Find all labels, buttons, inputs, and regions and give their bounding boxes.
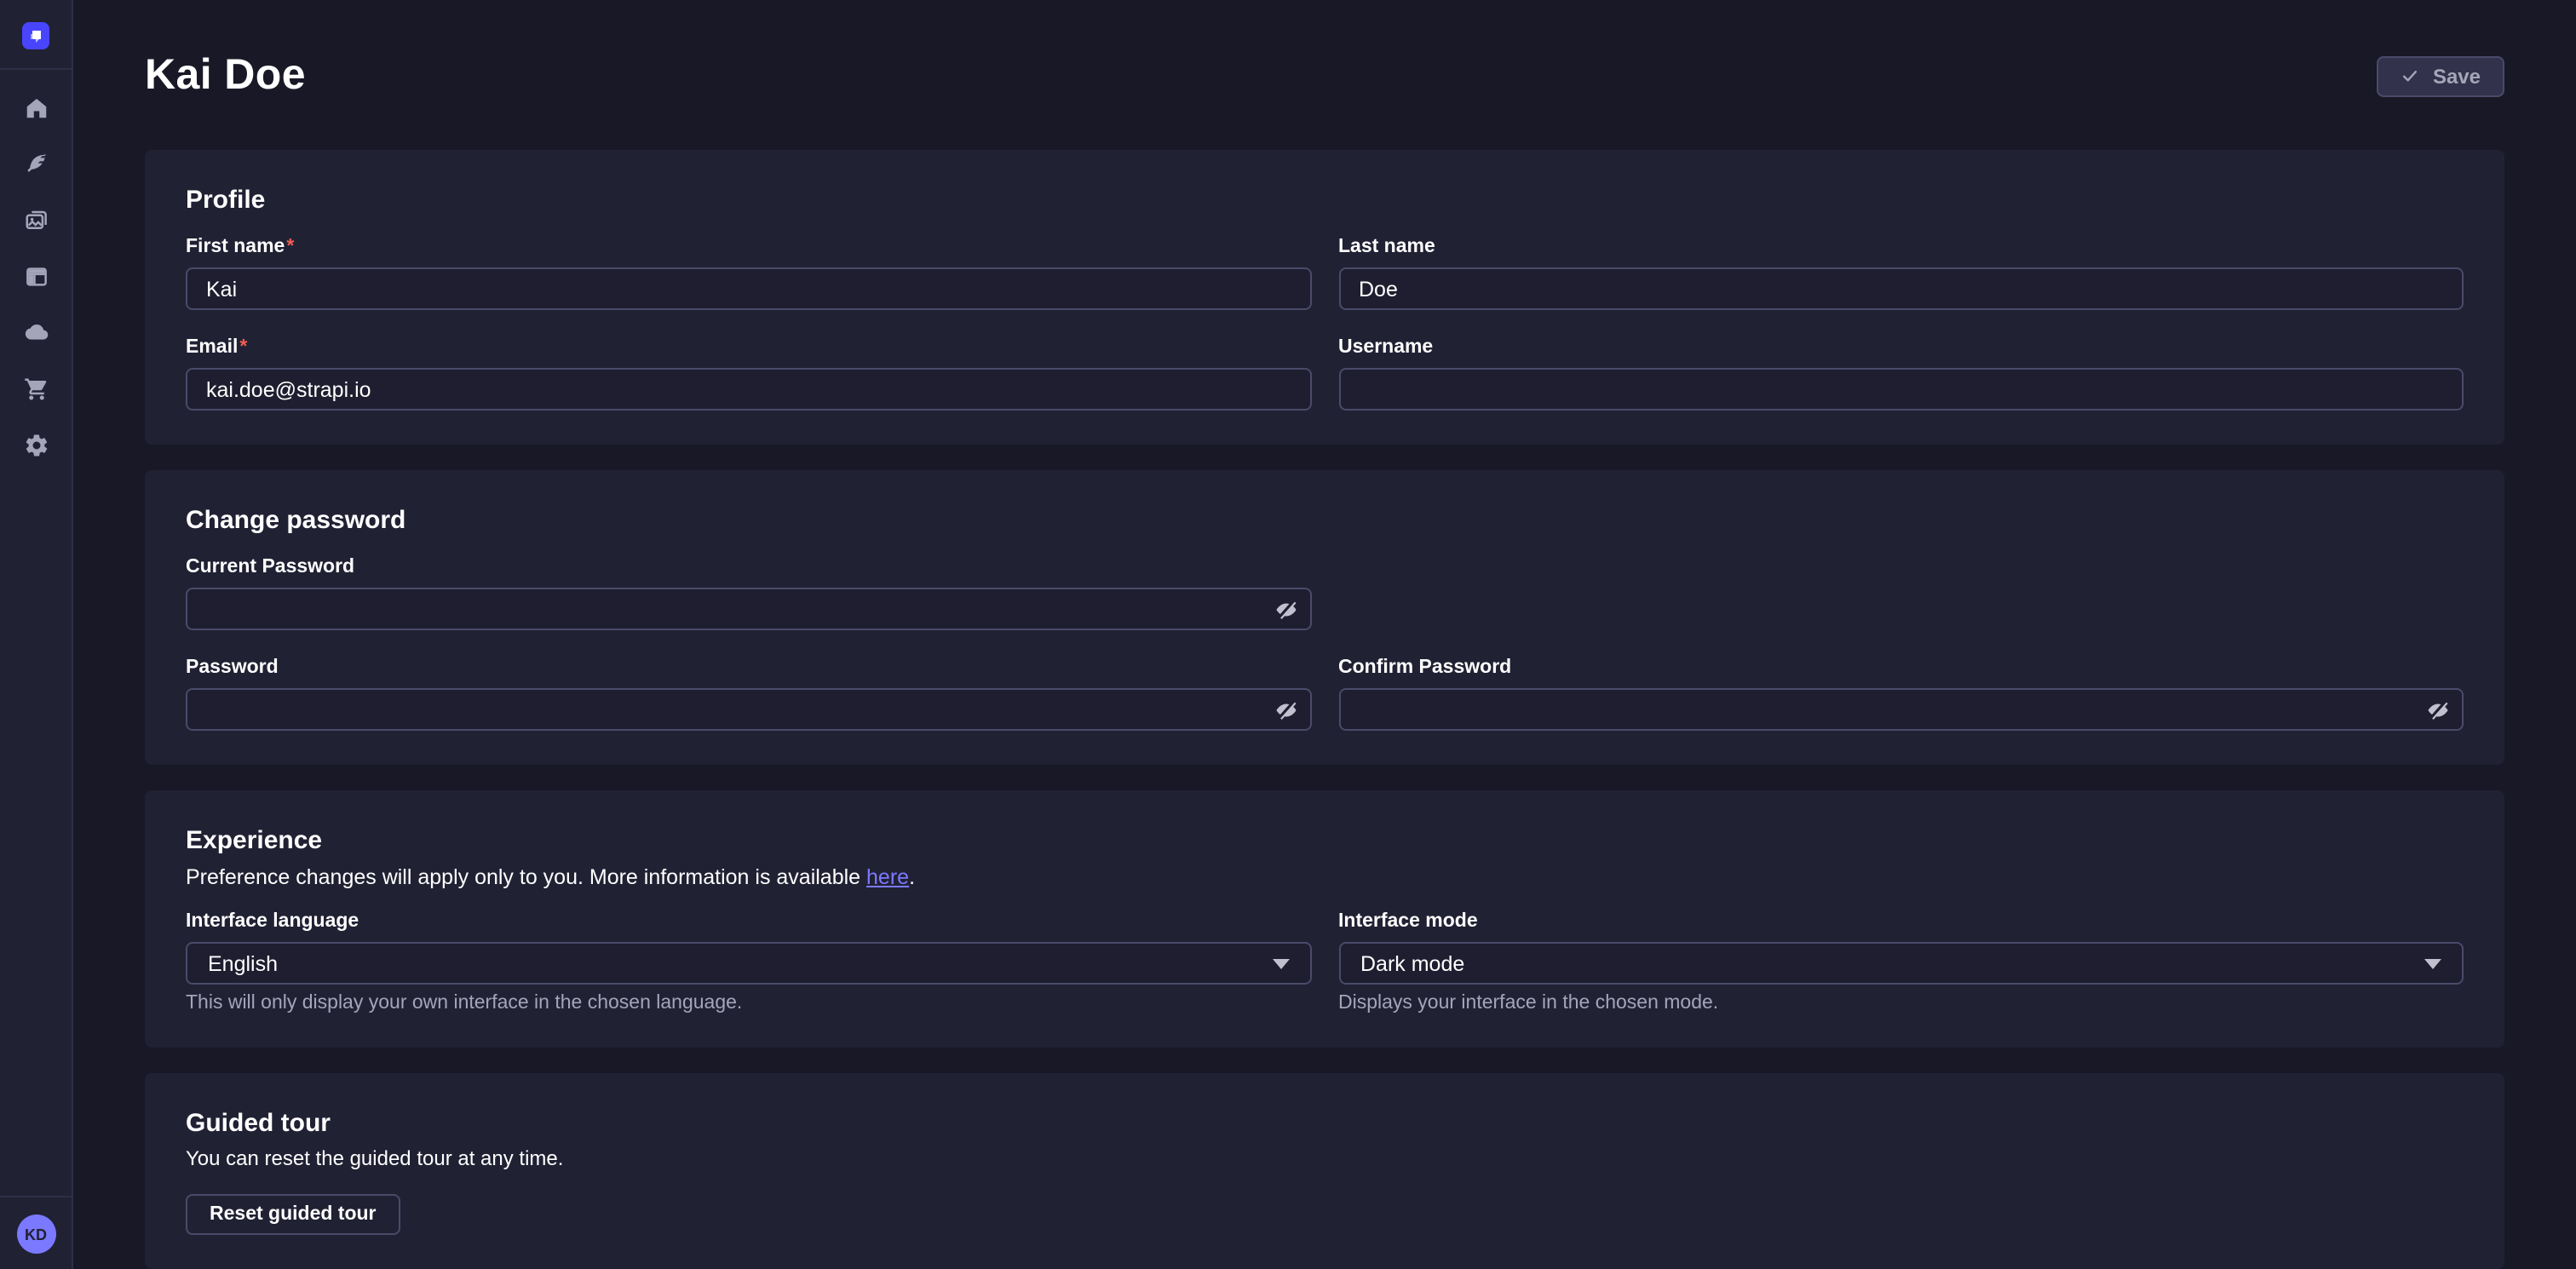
first-name-label: First name* (186, 237, 1311, 257)
media-library-icon (23, 207, 49, 233)
experience-description: Preference changes will apply only to yo… (186, 865, 2464, 889)
guided-tour-description: You can reset the guided tour at any tim… (186, 1146, 2464, 1170)
chevron-down-icon (1272, 958, 1289, 968)
eye-slash-icon (1274, 698, 1297, 721)
last-name-label-text: Last name (1338, 237, 1435, 257)
page-title: Kai Doe (145, 51, 306, 100)
guided-tour-card: Guided tour You can reset the guided tou… (145, 1073, 2504, 1269)
email-input[interactable] (186, 368, 1311, 411)
last-name-field: Last name (1338, 237, 2464, 310)
sidebar-item-settings[interactable] (14, 422, 58, 467)
required-asterisk: * (286, 237, 294, 257)
username-label-text: Username (1338, 337, 1433, 358)
interface-language-field: Interface language English This will onl… (186, 911, 1311, 1013)
last-name-label: Last name (1338, 237, 2464, 257)
cloud-icon (23, 319, 49, 345)
sidebar: KD (0, 0, 73, 1269)
email-label: Email* (186, 337, 1311, 358)
app-window: KD Kai Doe Save Profile First name* (0, 0, 2576, 1269)
reset-guided-tour-button[interactable]: Reset guided tour (186, 1194, 400, 1235)
home-icon (23, 95, 49, 120)
user-avatar[interactable]: KD (16, 1214, 55, 1254)
profile-card-title: Profile (186, 186, 2464, 215)
experience-fields-grid: Interface language English This will onl… (186, 911, 2464, 1013)
strapi-logo-icon (26, 26, 46, 46)
sidebar-bottom: KD (0, 1196, 72, 1269)
interface-mode-select[interactable]: Dark mode (1338, 942, 2464, 985)
sidebar-divider (0, 68, 72, 70)
toggle-confirm-password-button[interactable] (2423, 694, 2453, 725)
check-icon (2401, 66, 2419, 85)
confirm-password-input-wrap (1338, 688, 2464, 731)
sidebar-item-content-type-builder[interactable] (14, 254, 58, 298)
interface-language-value: English (208, 951, 278, 975)
sidebar-item-media-library[interactable] (14, 198, 58, 242)
change-password-card: Change password Current Password (145, 470, 2504, 765)
save-button[interactable]: Save (2377, 55, 2504, 96)
password-fields-grid: Current Password Password (186, 557, 2464, 731)
first-name-label-text: First name (186, 237, 285, 257)
profile-fields-grid: First name* Last name Email* Username (186, 237, 2464, 411)
interface-mode-hint: Displays your interface in the chosen mo… (1338, 993, 2464, 1013)
sidebar-item-deploy[interactable] (14, 310, 58, 354)
email-field: Email* (186, 337, 1311, 411)
change-password-title: Change password (186, 506, 2464, 535)
experience-description-period: . (909, 865, 915, 889)
save-button-label: Save (2433, 64, 2481, 88)
sidebar-item-content-manager[interactable] (14, 141, 58, 186)
chevron-down-icon (2424, 958, 2441, 968)
current-password-input[interactable] (186, 588, 1311, 630)
eye-slash-icon (1274, 597, 1297, 621)
first-name-input[interactable] (186, 267, 1311, 310)
new-password-input[interactable] (186, 688, 1311, 731)
current-password-field: Current Password (186, 557, 1311, 630)
guided-tour-title: Guided tour (186, 1109, 2464, 1138)
eye-slash-icon (2426, 698, 2450, 721)
interface-mode-field: Interface mode Dark mode Displays your i… (1338, 911, 2464, 1013)
cart-marketplace-icon (23, 376, 49, 401)
new-password-input-wrap (186, 688, 1311, 731)
required-asterisk: * (239, 337, 247, 358)
username-label: Username (1338, 337, 2464, 358)
new-password-field: Password (186, 657, 1311, 731)
experience-title: Experience (186, 826, 2464, 855)
page-header: Kai Doe Save (145, 0, 2504, 100)
sidebar-item-home[interactable] (14, 85, 58, 129)
new-password-label: Password (186, 657, 1311, 678)
confirm-password-field: Confirm Password (1338, 657, 2464, 731)
first-name-field: First name* (186, 237, 1311, 310)
confirm-password-label: Confirm Password (1338, 657, 2464, 678)
last-name-input[interactable] (1338, 267, 2464, 310)
confirm-password-input[interactable] (1338, 688, 2464, 731)
interface-language-label: Interface language (186, 911, 1311, 932)
feather-content-icon (23, 151, 49, 176)
toggle-current-password-button[interactable] (1270, 594, 1301, 624)
profile-card: Profile First name* Last name Email* Use… (145, 150, 2504, 445)
interface-language-select[interactable]: English (186, 942, 1311, 985)
sidebar-item-marketplace[interactable] (14, 366, 58, 411)
toggle-new-password-button[interactable] (1270, 694, 1301, 725)
sidebar-divider (0, 1196, 72, 1197)
interface-language-hint: This will only display your own interfac… (186, 993, 1311, 1013)
sidebar-nav (14, 85, 58, 479)
strapi-logo[interactable] (22, 22, 49, 49)
username-input[interactable] (1338, 368, 2464, 411)
username-field: Username (1338, 337, 2464, 411)
experience-info-link[interactable]: here (866, 865, 909, 889)
experience-card: Experience Preference changes will apply… (145, 790, 2504, 1048)
settings-gear-icon (23, 432, 49, 457)
layout-builder-icon (23, 263, 49, 289)
current-password-input-wrap (186, 588, 1311, 630)
email-label-text: Email (186, 337, 238, 358)
main-content: Kai Doe Save Profile First name* Last na… (73, 0, 2576, 1269)
experience-description-text: Preference changes will apply only to yo… (186, 865, 866, 889)
current-password-label: Current Password (186, 557, 1311, 577)
interface-mode-value: Dark mode (1360, 951, 1464, 975)
interface-mode-label: Interface mode (1338, 911, 2464, 932)
